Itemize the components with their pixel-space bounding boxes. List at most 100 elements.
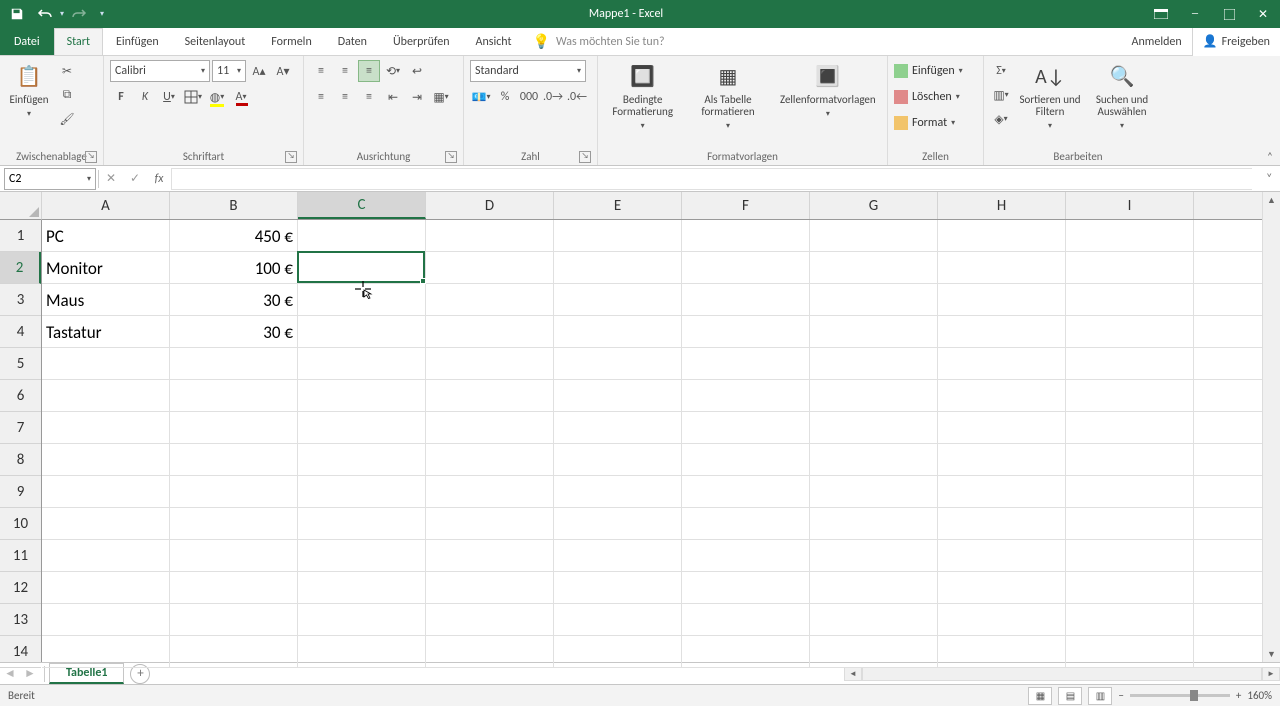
row-header-3[interactable]: 3 (0, 284, 41, 316)
ribbon-display-icon[interactable] (1144, 0, 1178, 28)
cell-B2[interactable]: 100 € (170, 252, 298, 284)
tab-ansicht[interactable]: Ansicht (463, 28, 525, 55)
cell-F11[interactable] (682, 540, 810, 572)
cell-C3[interactable] (298, 284, 426, 316)
cell-G9[interactable] (810, 476, 938, 508)
align-middle-icon[interactable]: ≡ (334, 60, 356, 82)
align-center-icon[interactable]: ≡ (334, 86, 356, 108)
align-bottom-icon[interactable]: ≡ (358, 60, 380, 82)
row-header-11[interactable]: 11 (0, 540, 41, 572)
borders-icon[interactable]: ▾ (182, 86, 204, 108)
decrease-indent-icon[interactable]: ⇤ (382, 86, 404, 108)
cell-F4[interactable] (682, 316, 810, 348)
cell-H5[interactable] (938, 348, 1066, 380)
cut-icon[interactable]: ✂ (56, 60, 78, 82)
cell-A14[interactable] (42, 636, 170, 668)
cell-A1[interactable]: PC (42, 220, 170, 252)
cell-C6[interactable] (298, 380, 426, 412)
cell-I2[interactable] (1066, 252, 1194, 284)
cell-D1[interactable] (426, 220, 554, 252)
col-header-A[interactable]: A (42, 192, 170, 219)
cell-A4[interactable]: Tastatur (42, 316, 170, 348)
dialog-launcher-icon[interactable]: ↘ (285, 151, 297, 163)
cell-E5[interactable] (554, 348, 682, 380)
comma-icon[interactable]: 000 (518, 86, 540, 108)
vertical-scrollbar[interactable]: ▲ ▼ (1262, 192, 1280, 662)
cell-D6[interactable] (426, 380, 554, 412)
row-header-6[interactable]: 6 (0, 380, 41, 412)
cell-C2[interactable] (298, 252, 426, 284)
cell-E3[interactable] (554, 284, 682, 316)
percent-icon[interactable]: % (494, 86, 516, 108)
cell-F8[interactable] (682, 444, 810, 476)
cell-G3[interactable] (810, 284, 938, 316)
sort-filter-button[interactable]: A↓Sortieren und Filtern▾ (1016, 60, 1084, 132)
cell-A3[interactable]: Maus (42, 284, 170, 316)
cell-B4[interactable]: 30 € (170, 316, 298, 348)
cell-G11[interactable] (810, 540, 938, 572)
cell-B11[interactable] (170, 540, 298, 572)
tab-einfügen[interactable]: Einfügen (103, 28, 172, 55)
cell-C14[interactable] (298, 636, 426, 668)
align-left-icon[interactable]: ≡ (310, 86, 332, 108)
cell-A12[interactable] (42, 572, 170, 604)
cell-G12[interactable] (810, 572, 938, 604)
row-headers[interactable]: 1234567891011121314 (0, 220, 42, 662)
cell-B8[interactable] (170, 444, 298, 476)
cell-C7[interactable] (298, 412, 426, 444)
cell-D7[interactable] (426, 412, 554, 444)
row-header-14[interactable]: 14 (0, 636, 41, 668)
cell-G5[interactable] (810, 348, 938, 380)
cell-C4[interactable] (298, 316, 426, 348)
qat-customize-icon[interactable]: ▾ (100, 9, 104, 19)
cell-A7[interactable] (42, 412, 170, 444)
cell-I7[interactable] (1066, 412, 1194, 444)
row-header-1[interactable]: 1 (0, 220, 41, 252)
scroll-up-icon[interactable]: ▲ (1263, 192, 1280, 208)
col-header-F[interactable]: F (682, 192, 810, 219)
cell-C1[interactable] (298, 220, 426, 252)
cell-A11[interactable] (42, 540, 170, 572)
cell-D8[interactable] (426, 444, 554, 476)
worksheet-grid[interactable]: ABCDEFGHI 1234567891011121314 PC450 €Mon… (0, 192, 1280, 662)
cell-A2[interactable]: Monitor (42, 252, 170, 284)
cell-D4[interactable] (426, 316, 554, 348)
cell-B13[interactable] (170, 604, 298, 636)
redo-icon[interactable] (66, 2, 92, 26)
orientation-icon[interactable]: ⟲▾ (382, 60, 404, 82)
cell-A9[interactable] (42, 476, 170, 508)
cell-F6[interactable] (682, 380, 810, 412)
row-header-4[interactable]: 4 (0, 316, 41, 348)
italic-button[interactable]: K (134, 86, 156, 108)
cell-C9[interactable] (298, 476, 426, 508)
cell-H9[interactable] (938, 476, 1066, 508)
cell-H1[interactable] (938, 220, 1066, 252)
cell-F3[interactable] (682, 284, 810, 316)
font-size-box[interactable]: 11▾ (212, 60, 246, 82)
cell-E9[interactable] (554, 476, 682, 508)
cell-I6[interactable] (1066, 380, 1194, 412)
collapse-ribbon-icon[interactable]: ˄ (1260, 147, 1280, 165)
column-headers[interactable]: ABCDEFGHI (42, 192, 1262, 220)
delete-cells-button[interactable]: Löschen▾ (894, 86, 960, 108)
zoom-slider[interactable] (1130, 694, 1230, 697)
tab-seitenlayout[interactable]: Seitenlayout (172, 28, 259, 55)
cell-F5[interactable] (682, 348, 810, 380)
cell-C5[interactable] (298, 348, 426, 380)
cell-D10[interactable] (426, 508, 554, 540)
scroll-left-icon[interactable]: ◄ (844, 667, 862, 681)
cell-B3[interactable]: 30 € (170, 284, 298, 316)
tab-file[interactable]: Datei (0, 28, 54, 55)
col-header-H[interactable]: H (938, 192, 1066, 219)
cell-G7[interactable] (810, 412, 938, 444)
cell-B14[interactable] (170, 636, 298, 668)
cell-F14[interactable] (682, 636, 810, 668)
name-box[interactable]: C2▾ (4, 168, 96, 190)
underline-button[interactable]: U▾ (158, 86, 180, 108)
cell-B1[interactable]: 450 € (170, 220, 298, 252)
autosum-icon[interactable]: Σ▾ (990, 60, 1012, 82)
tab-start[interactable]: Start (54, 28, 103, 55)
undo-icon[interactable] (32, 2, 58, 26)
cell-E13[interactable] (554, 604, 682, 636)
cell-E12[interactable] (554, 572, 682, 604)
